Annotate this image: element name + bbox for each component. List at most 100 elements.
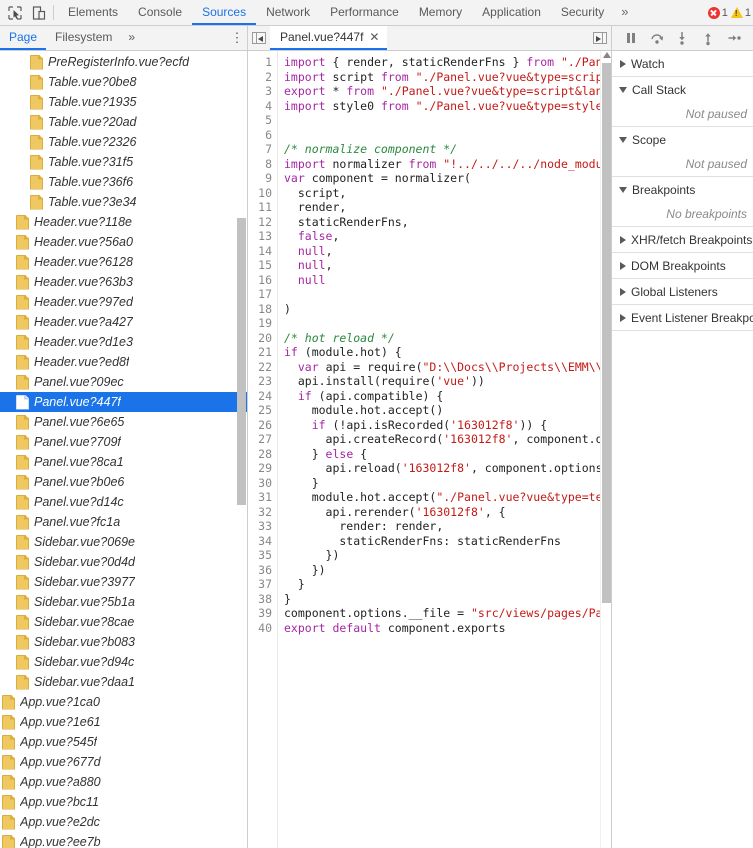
- file-tree-item[interactable]: Header.vue?56a0: [0, 232, 247, 252]
- code-line[interactable]: api.install(require('vue')): [284, 374, 611, 389]
- tab-application[interactable]: Application: [472, 0, 551, 25]
- file-tree-item[interactable]: Table.vue?0be8: [0, 72, 247, 92]
- file-tree-item[interactable]: Sidebar.vue?b083: [0, 632, 247, 652]
- pause-script-execution-button[interactable]: [622, 29, 640, 47]
- tab-memory[interactable]: Memory: [409, 0, 472, 25]
- file-tree-item[interactable]: App.vue?bc11: [0, 792, 247, 812]
- code-line[interactable]: render,: [284, 200, 611, 215]
- step-button[interactable]: [725, 29, 743, 47]
- warning-badge[interactable]: 1: [730, 7, 751, 19]
- code-content[interactable]: import { render, staticRenderFns } from …: [278, 51, 611, 848]
- debugger-section-header[interactable]: Global Listeners: [612, 279, 753, 304]
- debugger-section-header[interactable]: XHR/fetch Breakpoints: [612, 227, 753, 252]
- file-tree-item[interactable]: Sidebar.vue?d94c: [0, 652, 247, 672]
- code-line[interactable]: /* normalize component */: [284, 142, 611, 157]
- file-tree-item[interactable]: Panel.vue?09ec: [0, 372, 247, 392]
- tab-elements[interactable]: Elements: [58, 0, 128, 25]
- code-line[interactable]: [284, 287, 611, 302]
- navigator-scrollbar[interactable]: [236, 51, 247, 848]
- debugger-section-header[interactable]: Scope: [612, 127, 753, 152]
- code-line[interactable]: api.createRecord('163012f8', component.o…: [284, 432, 611, 447]
- file-tree-item[interactable]: Panel.vue?8ca1: [0, 452, 247, 472]
- device-toolbar-icon[interactable]: [30, 4, 48, 22]
- file-tree-item[interactable]: Sidebar.vue?0d4d: [0, 552, 247, 572]
- code-line[interactable]: }: [284, 577, 611, 592]
- error-badge[interactable]: 1: [707, 6, 728, 19]
- file-tree-item[interactable]: Panel.vue?d14c: [0, 492, 247, 512]
- navigator-scrollbar-thumb[interactable]: [237, 218, 246, 505]
- code-line[interactable]: false,: [284, 229, 611, 244]
- file-tree-item[interactable]: Table.vue?2326: [0, 132, 247, 152]
- file-tree-item[interactable]: App.vue?e2dc: [0, 812, 247, 832]
- file-tree-item[interactable]: Panel.vue?b0e6: [0, 472, 247, 492]
- editor-scrollbar-thumb[interactable]: [602, 63, 611, 603]
- next-tab-icon[interactable]: [589, 26, 611, 50]
- code-line[interactable]: ): [284, 302, 611, 317]
- code-line[interactable]: }: [284, 592, 611, 607]
- code-line[interactable]: null: [284, 273, 611, 288]
- code-line[interactable]: if (api.compatible) {: [284, 389, 611, 404]
- step-over-button[interactable]: [648, 29, 666, 47]
- code-line[interactable]: }): [284, 563, 611, 578]
- code-line[interactable]: }): [284, 548, 611, 563]
- tab-console[interactable]: Console: [128, 0, 192, 25]
- file-tree-item[interactable]: Table.vue?36f6: [0, 172, 247, 192]
- tab-security[interactable]: Security: [551, 0, 614, 25]
- code-line[interactable]: component.options.__file = "src/views/pa…: [284, 606, 611, 621]
- step-into-button[interactable]: [673, 29, 691, 47]
- code-line[interactable]: }: [284, 476, 611, 491]
- file-tree-item[interactable]: App.vue?677d: [0, 752, 247, 772]
- file-tree-item[interactable]: App.vue?1ca0: [0, 692, 247, 712]
- file-tree-item[interactable]: Sidebar.vue?8cae: [0, 612, 247, 632]
- code-line[interactable]: api.rerender('163012f8', {: [284, 505, 611, 520]
- file-tree-item[interactable]: App.vue?545f: [0, 732, 247, 752]
- code-line[interactable]: var api = require("D:\\Docs\\Projects\\E…: [284, 360, 611, 375]
- file-tree-item[interactable]: Header.vue?118e: [0, 212, 247, 232]
- file-tree-item[interactable]: Table.vue?3e34: [0, 192, 247, 212]
- code-line[interactable]: staticRenderFns,: [284, 215, 611, 230]
- file-tree-item[interactable]: Header.vue?6128: [0, 252, 247, 272]
- code-line[interactable]: [284, 128, 611, 143]
- previous-tab-icon[interactable]: [248, 26, 270, 50]
- file-tree-item[interactable]: Panel.vue?fc1a: [0, 512, 247, 532]
- code-line[interactable]: render: render,: [284, 519, 611, 534]
- file-tree-item[interactable]: Sidebar.vue?daa1: [0, 672, 247, 692]
- code-line[interactable]: staticRenderFns: staticRenderFns: [284, 534, 611, 549]
- navigator-tab-filesystem[interactable]: Filesystem: [46, 26, 121, 50]
- code-line[interactable]: [284, 316, 611, 331]
- file-tree-item[interactable]: Table.vue?20ad: [0, 112, 247, 132]
- scroll-up-icon[interactable]: [603, 52, 611, 58]
- file-tree-item-selected[interactable]: Panel.vue?447f: [0, 392, 247, 412]
- code-line[interactable]: module.hot.accept(): [284, 403, 611, 418]
- file-tree-item[interactable]: App.vue?a880: [0, 772, 247, 792]
- navigator-tab-page[interactable]: Page: [0, 26, 47, 50]
- code-line[interactable]: [284, 113, 611, 128]
- file-tree-item[interactable]: Panel.vue?6e65: [0, 412, 247, 432]
- code-line[interactable]: var component = normalizer(: [284, 171, 611, 186]
- code-line[interactable]: script,: [284, 186, 611, 201]
- file-tree-item[interactable]: Sidebar.vue?069e: [0, 532, 247, 552]
- debugger-section-header[interactable]: Watch: [612, 51, 753, 76]
- code-line[interactable]: export default component.exports: [284, 621, 611, 636]
- code-line[interactable]: import style0 from "./Panel.vue?vue&type…: [284, 99, 611, 114]
- code-line[interactable]: import script from "./Panel.vue?vue&type…: [284, 70, 611, 85]
- file-tree-item[interactable]: Header.vue?63b3: [0, 272, 247, 292]
- code-line[interactable]: import normalizer from "!../../../../nod…: [284, 157, 611, 172]
- file-tree-item[interactable]: Header.vue?a427: [0, 312, 247, 332]
- file-tree-item[interactable]: Header.vue?ed8f: [0, 352, 247, 372]
- code-line[interactable]: if (!api.isRecorded('163012f8')) {: [284, 418, 611, 433]
- file-tree-item[interactable]: Table.vue?31f5: [0, 152, 247, 172]
- code-line[interactable]: /* hot reload */: [284, 331, 611, 346]
- file-tree-item[interactable]: Panel.vue?709f: [0, 432, 247, 452]
- file-tree-item[interactable]: Header.vue?97ed: [0, 292, 247, 312]
- close-icon[interactable]: ✕: [369, 31, 379, 43]
- debugger-section-header[interactable]: Event Listener Breakpoints: [612, 305, 753, 330]
- file-tree[interactable]: PreRegisterInfo.vue?ecfd Table.vue?0be8 Ta…: [0, 51, 247, 848]
- code-line[interactable]: export * from "./Panel.vue?vue&type=scri…: [284, 84, 611, 99]
- step-out-button[interactable]: [699, 29, 717, 47]
- tab-network[interactable]: Network: [256, 0, 320, 25]
- code-line[interactable]: null,: [284, 244, 611, 259]
- code-line[interactable]: } else {: [284, 447, 611, 462]
- code-line[interactable]: null,: [284, 258, 611, 273]
- code-editor[interactable]: 1 2 3 4 5 6 7 8 9 10 11 12 13 14 15 16 17 18 19 20 21 22 23 24 2…: [248, 51, 611, 848]
